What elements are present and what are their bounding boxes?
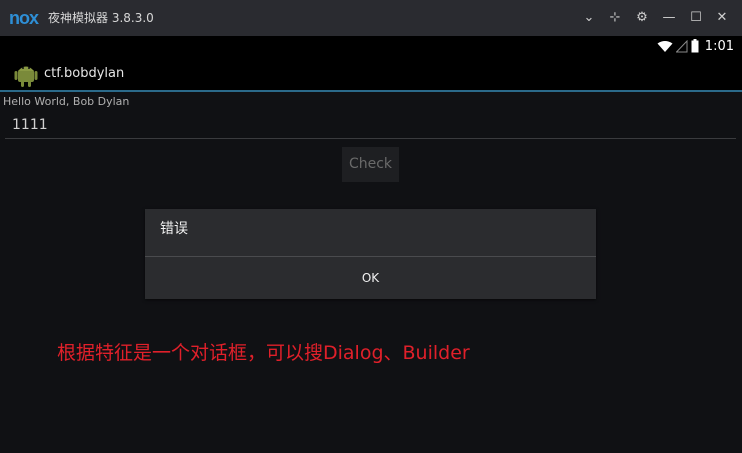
- hello-text: Hello World, Bob Dylan: [3, 95, 130, 108]
- battery-icon: [691, 39, 699, 53]
- app-name: ctf.bobdylan: [44, 66, 125, 81]
- window-title: 夜神模拟器 3.8.3.0: [48, 11, 154, 25]
- input-field-container: [5, 112, 736, 139]
- window-titlebar: nox 夜神模拟器 3.8.3.0 ⌄ ⊹ ⚙ — ☐ ✕: [0, 0, 742, 36]
- wifi-icon: [657, 40, 673, 52]
- emulator-screen: 1:01 ctf.bobdylan Hello World, Bob Dylan…: [0, 36, 742, 453]
- password-input[interactable]: [5, 112, 712, 138]
- status-icons: 1:01: [657, 38, 734, 54]
- app-actionbar: ctf.bobdylan: [0, 56, 742, 92]
- status-time: 1:01: [704, 38, 734, 54]
- dialog-title: 错误: [160, 221, 188, 237]
- nox-logo: nox: [9, 8, 39, 28]
- minimize-icon[interactable]: —: [660, 9, 678, 27]
- annotation-text: 根据特征是一个对话框，可以搜Dialog、Builder: [57, 342, 470, 364]
- chevron-down-icon[interactable]: ⌄: [580, 9, 598, 27]
- signal-icon: [675, 39, 688, 52]
- close-icon[interactable]: ✕: [713, 9, 731, 27]
- android-app-icon: [14, 66, 38, 87]
- gear-icon[interactable]: ⚙: [633, 9, 651, 27]
- error-dialog: 错误 OK: [145, 209, 596, 299]
- pin-icon[interactable]: ⊹: [606, 9, 624, 27]
- check-button[interactable]: Check: [342, 147, 399, 182]
- dialog-ok-button[interactable]: OK: [145, 257, 596, 299]
- maximize-icon[interactable]: ☐: [687, 9, 705, 27]
- android-statusbar: 1:01: [0, 36, 742, 56]
